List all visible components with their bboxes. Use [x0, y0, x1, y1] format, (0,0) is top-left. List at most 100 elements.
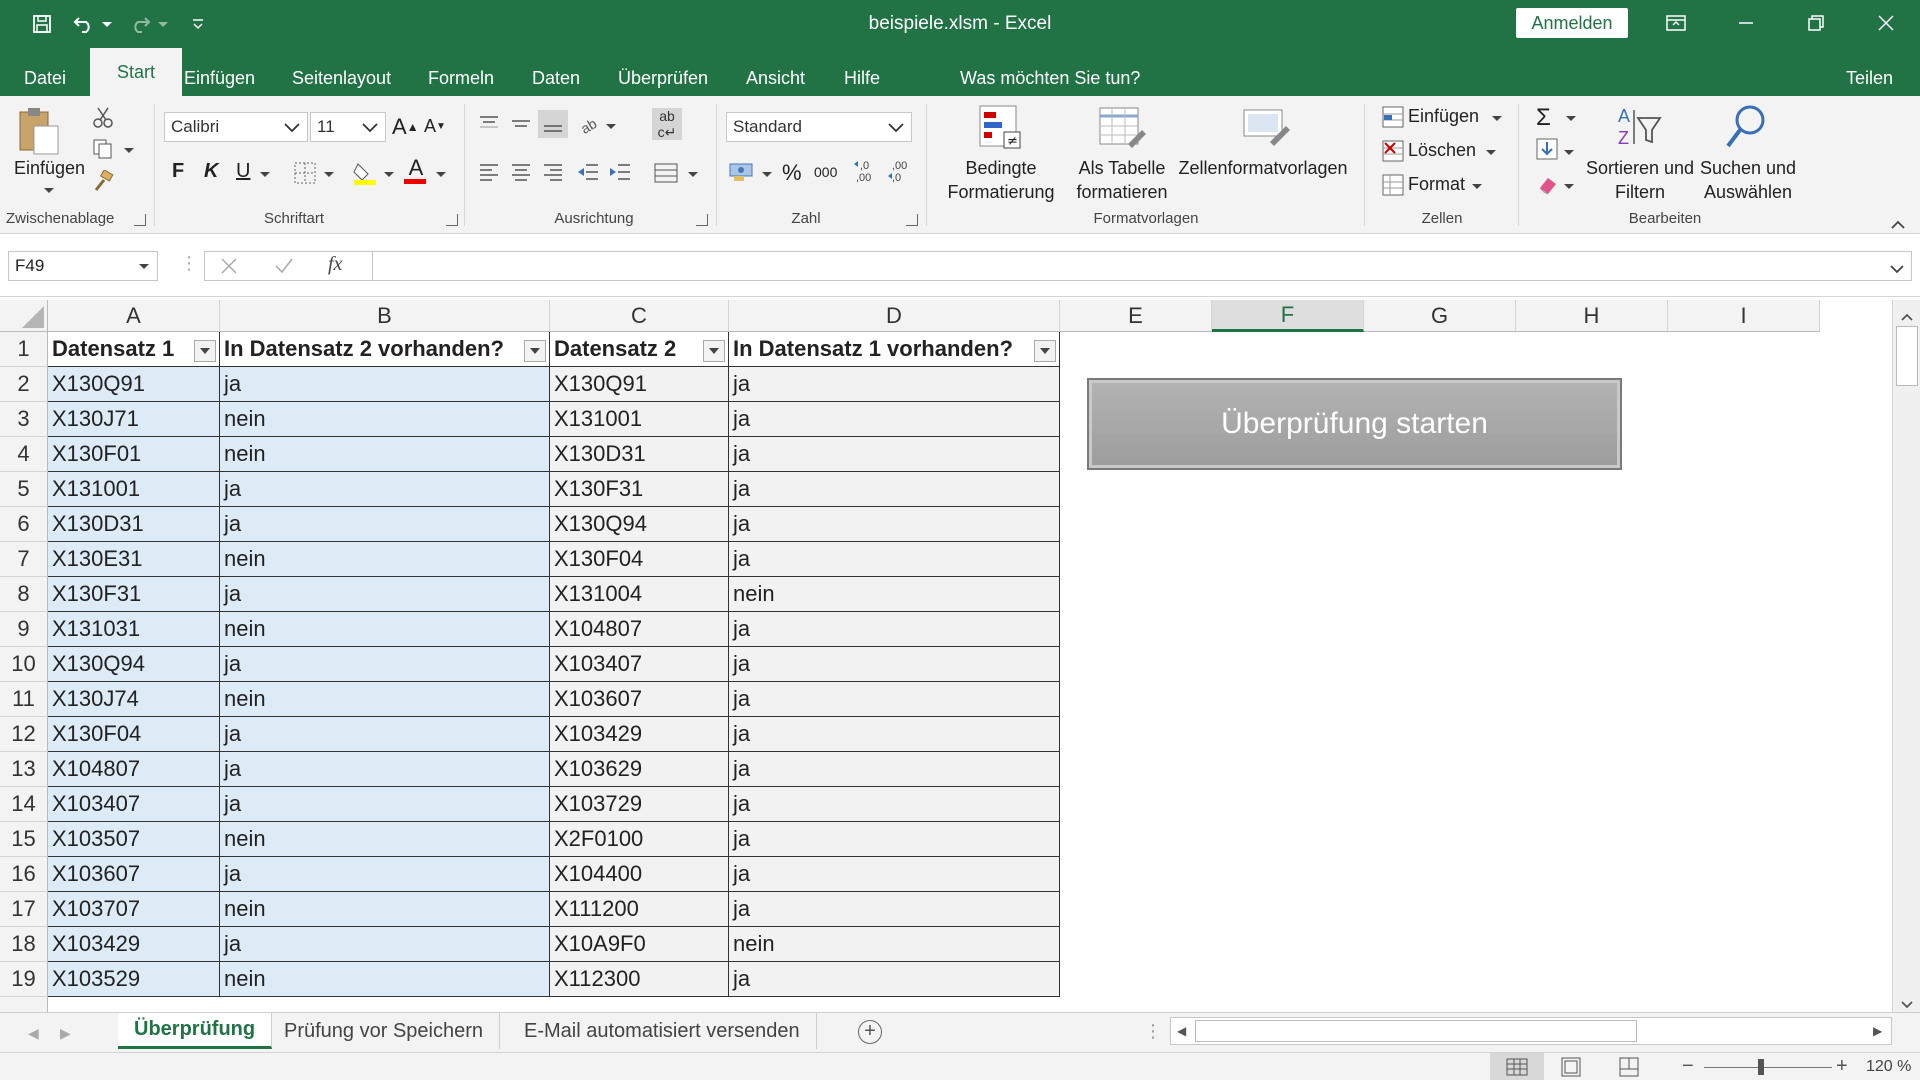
underline-button[interactable]: U [236, 160, 250, 183]
filter-dropdown-icon[interactable] [1034, 340, 1056, 362]
vertical-scrollbar[interactable] [1892, 300, 1920, 1012]
cancel-entry-icon[interactable] [220, 257, 238, 280]
tab-formeln[interactable]: Formeln [414, 60, 508, 96]
format-cells-button[interactable]: Format [1408, 174, 1465, 195]
table-cell[interactable]: X130Q94 [550, 507, 729, 542]
row-header[interactable]: 4 [0, 437, 48, 472]
insert-cells-dropdown-icon[interactable] [1492, 116, 1502, 121]
tab-datei[interactable]: Datei [10, 60, 80, 96]
autosum-icon[interactable]: Σ [1536, 104, 1551, 132]
filter-dropdown-icon[interactable] [703, 340, 725, 362]
align-top-icon[interactable] [478, 114, 500, 139]
paste-dropdown-icon[interactable] [44, 188, 54, 193]
table-cell[interactable]: nein [220, 682, 550, 717]
clear-dropdown-icon[interactable] [1564, 184, 1574, 189]
column-header-c[interactable]: C [550, 300, 729, 332]
row-header[interactable]: 13 [0, 752, 48, 787]
tab-hilfe[interactable]: Hilfe [830, 60, 894, 96]
font-color-button[interactable]: A [404, 157, 428, 184]
thousands-button[interactable]: 000 [814, 164, 837, 180]
table-cell[interactable]: ja [729, 402, 1060, 437]
tab-seitenlayout[interactable]: Seitenlayout [278, 60, 405, 96]
row-header[interactable] [0, 997, 48, 1012]
table-cell[interactable]: X130F04 [550, 542, 729, 577]
table-cell[interactable]: ja [220, 577, 550, 612]
table-cell[interactable]: nein [220, 822, 550, 857]
align-right-icon[interactable] [542, 162, 564, 187]
table-cell[interactable]: X130J71 [48, 402, 220, 437]
table-cell[interactable]: X111200 [550, 892, 729, 927]
column-header-h[interactable]: H [1516, 300, 1668, 332]
column-header-g[interactable]: G [1364, 300, 1516, 332]
minimize-icon[interactable] [1726, 7, 1766, 39]
align-bottom-icon[interactable] [538, 110, 568, 138]
table-cell[interactable]: X2F0100 [550, 822, 729, 857]
delete-cells-icon[interactable] [1382, 140, 1404, 167]
table-cell[interactable]: X103507 [48, 822, 220, 857]
merge-center-icon[interactable] [654, 162, 678, 189]
table-cell[interactable]: X103529 [48, 962, 220, 997]
table-cell[interactable]: ja [729, 507, 1060, 542]
sheet-tab-ueberpruefung[interactable]: Überprüfung [118, 1013, 273, 1049]
row-header[interactable]: 2 [0, 367, 48, 402]
row-header[interactable]: 5 [0, 472, 48, 507]
fill-dropdown-icon[interactable] [1564, 150, 1574, 155]
table-cell[interactable]: ja [729, 787, 1060, 822]
column-header-b[interactable]: B [220, 300, 550, 332]
table-cell[interactable]: X103429 [48, 927, 220, 962]
conditional-formatting-label1[interactable]: Bedingte [940, 158, 1062, 179]
table-cell[interactable]: X131031 [48, 612, 220, 647]
table-cell[interactable]: ja [220, 927, 550, 962]
table-cell[interactable]: ja [220, 717, 550, 752]
table-cell[interactable]: nein [220, 612, 550, 647]
cell-styles-icon[interactable] [1242, 104, 1290, 157]
scroll-up-icon[interactable] [1901, 308, 1913, 326]
table-cell[interactable]: X10A9F0 [550, 927, 729, 962]
find-select-label1[interactable]: Suchen und [1690, 158, 1806, 179]
page-break-view-icon[interactable] [1618, 1057, 1640, 1080]
table-cell[interactable]: ja [220, 472, 550, 507]
table-cell[interactable]: nein [220, 402, 550, 437]
align-center-icon[interactable] [510, 162, 532, 187]
zoom-in-icon[interactable]: + [1836, 1055, 1848, 1078]
table-cell[interactable]: ja [729, 962, 1060, 997]
table-cell[interactable]: X103407 [550, 647, 729, 682]
borders-dropdown-icon[interactable] [324, 172, 334, 177]
clipboard-launcher-icon[interactable] [134, 214, 146, 226]
insert-cells-button[interactable]: Einfügen [1408, 106, 1479, 127]
font-name-select[interactable]: Calibri [164, 112, 308, 142]
table-cell[interactable]: X104807 [550, 612, 729, 647]
table-header-cell[interactable]: In Datensatz 1 vorhanden? [729, 332, 1060, 367]
conditional-formatting-label2[interactable]: Formatierung [940, 182, 1062, 203]
table-cell[interactable]: X103729 [550, 787, 729, 822]
zoom-slider[interactable] [1704, 1067, 1832, 1068]
italic-button[interactable]: K [204, 160, 218, 183]
start-check-button[interactable]: Überprüfung starten [1087, 378, 1622, 470]
row-header[interactable]: 9 [0, 612, 48, 647]
paste-button[interactable]: Einfügen [14, 158, 85, 179]
table-cell[interactable]: ja [729, 682, 1060, 717]
table-cell[interactable]: ja [220, 507, 550, 542]
cell-styles-label[interactable]: Zellenformatvorlagen [1178, 158, 1348, 179]
table-cell[interactable]: nein [220, 542, 550, 577]
row-header[interactable]: 14 [0, 787, 48, 822]
sheet-scroll-left-icon[interactable]: ◀ [28, 1025, 39, 1042]
sheet-tab-email[interactable]: E-Mail automatisiert versenden [508, 1013, 817, 1049]
table-cell[interactable]: X130Q91 [48, 367, 220, 402]
table-cell[interactable]: ja [729, 717, 1060, 752]
paste-icon[interactable] [16, 104, 60, 161]
tab-daten[interactable]: Daten [518, 60, 594, 96]
table-cell[interactable]: ja [220, 647, 550, 682]
table-cell[interactable]: ja [729, 647, 1060, 682]
table-cell[interactable]: X112300 [550, 962, 729, 997]
underline-dropdown-icon[interactable] [260, 172, 270, 177]
table-cell[interactable]: X103429 [550, 717, 729, 752]
table-header-cell[interactable]: Datensatz 2 [550, 332, 729, 367]
format-as-table-label1[interactable]: Als Tabelle [1066, 158, 1178, 179]
horizontal-scroll-thumb[interactable] [1195, 1020, 1637, 1042]
number-launcher-icon[interactable] [906, 214, 918, 226]
increase-indent-icon[interactable] [608, 162, 632, 187]
format-cells-dropdown-icon[interactable] [1472, 184, 1482, 189]
page-layout-view-icon[interactable] [1560, 1057, 1582, 1080]
vertical-scroll-thumb[interactable] [1896, 326, 1918, 386]
